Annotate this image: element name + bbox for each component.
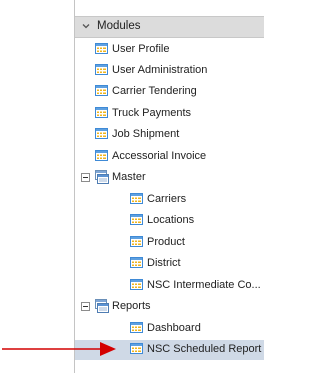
tree-item-user-administration[interactable]: User Administration <box>75 61 264 81</box>
modules-tree-panel: Modules User Profile User Administration… <box>74 0 264 373</box>
grid-page-icon <box>130 193 143 204</box>
tree-item-carrier-tendering[interactable]: Carrier Tendering <box>75 82 264 102</box>
tree-item-label: Truck Payments <box>112 107 192 119</box>
chevron-down-icon[interactable] <box>81 21 91 31</box>
grid-page-icon <box>130 236 143 247</box>
grid-page-icon <box>130 257 143 268</box>
tree-item-label: Product <box>147 236 185 248</box>
tree-item-label: Carriers <box>147 193 187 205</box>
tree-item-label: District <box>147 257 181 269</box>
tree-group-master[interactable]: Master <box>75 168 264 188</box>
tree-item-label: Locations <box>147 214 195 226</box>
tree-item-user-profile[interactable]: User Profile <box>75 40 264 60</box>
tree-group-label: Reports <box>112 300 151 312</box>
tree-item-accessorial-invoice[interactable]: Accessorial Invoice <box>75 147 264 167</box>
tree-item-locations[interactable]: Locations <box>75 211 264 231</box>
collapse-minus-icon[interactable] <box>81 173 90 182</box>
grid-page-icon <box>130 214 143 225</box>
grid-page-icon <box>130 322 143 333</box>
tree-item-dashboard[interactable]: Dashboard <box>75 319 264 339</box>
grid-page-icon <box>95 150 108 161</box>
grid-page-icon <box>95 107 108 118</box>
tree-group-reports[interactable]: Reports <box>75 297 264 317</box>
tree-item-district[interactable]: District <box>75 254 264 274</box>
grid-page-icon <box>95 128 108 139</box>
tree-item-label: User Profile <box>112 43 170 55</box>
collapse-minus-icon[interactable] <box>81 302 90 311</box>
tree-item-label: Job Shipment <box>112 128 180 140</box>
grid-page-icon <box>95 43 108 54</box>
tree-item-label: Accessorial Invoice <box>112 150 207 162</box>
grid-page-icon <box>130 343 143 354</box>
annotation-arrow-icon <box>2 342 116 356</box>
tree-item-job-shipment[interactable]: Job Shipment <box>75 125 264 145</box>
folder-pages-icon <box>94 298 110 314</box>
tree-item-label: User Administration <box>112 64 208 76</box>
tree-item-label: Dashboard <box>147 322 201 334</box>
tree-item-nsc-intermediate[interactable]: NSC Intermediate Co... <box>75 276 264 296</box>
modules-header-label: Modules <box>97 20 141 32</box>
tree-group-label: Master <box>112 171 146 183</box>
tree-item-product[interactable]: Product <box>75 233 264 253</box>
grid-page-icon <box>95 64 108 75</box>
tree-item-label: NSC Intermediate Co... <box>147 279 261 291</box>
tree-item-truck-payments[interactable]: Truck Payments <box>75 104 264 124</box>
grid-page-icon <box>130 279 143 290</box>
modules-header[interactable]: Modules <box>75 16 264 38</box>
tree-item-carriers[interactable]: Carriers <box>75 190 264 210</box>
tree-item-label: NSC Scheduled Report <box>147 343 262 355</box>
tree-item-label: Carrier Tendering <box>112 85 197 97</box>
grid-page-icon <box>95 85 108 96</box>
folder-pages-icon <box>94 169 110 185</box>
